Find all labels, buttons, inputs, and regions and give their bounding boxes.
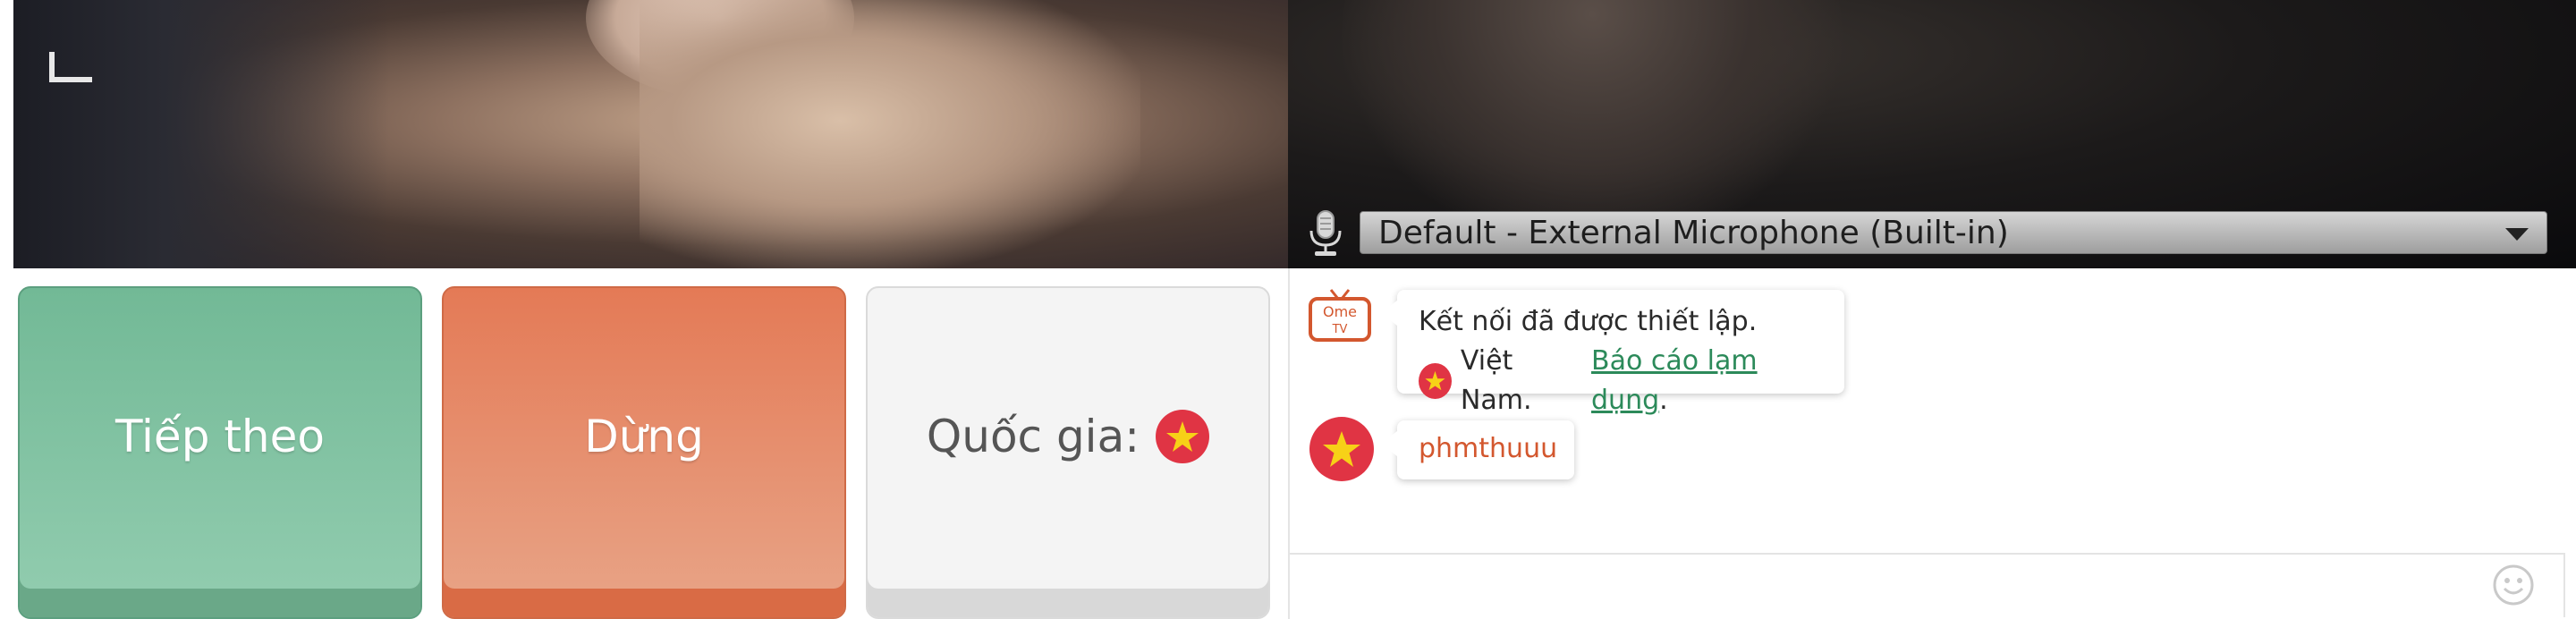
system-message-country: Việt Nam. [1460,345,1532,416]
system-message-trailing: . [1659,385,1668,416]
country-filter-label-wrap: Quốc gia: [926,410,1210,463]
country-filter-button[interactable]: Quốc gia: [866,286,1270,619]
report-abuse-link[interactable]: Báo cáo lạm dụng [1591,345,1758,416]
microphone-select-value: Default - External Microphone (Built-in) [1378,214,2009,251]
vietnam-flag-icon [1156,410,1210,463]
ometv-logo-icon: Ome TV [1308,288,1372,343]
ometv-logo-top-text: Ome [1323,303,1357,320]
stop-button[interactable]: Dừng [442,286,846,619]
next-button-label: Tiếp theo [115,411,325,462]
system-message-line2: Việt Nam. Báo cáo lạm dụng. [1419,342,1823,420]
chat-message-input[interactable] [1288,553,2565,617]
video-hand-region [640,0,1140,268]
stop-button-label: Dừng [584,411,704,462]
vietnam-flag-icon [1419,363,1452,399]
user-message-text: phmthuuu [1419,433,1558,464]
microphone-select[interactable]: Default - External Microphone (Built-in) [1360,211,2547,254]
microphone-icon [1306,209,1345,258]
user-message: phmthuuu [1381,420,1574,479]
system-message: Kết nối đã được thiết lập. Việt Nam. Báo… [1381,290,1844,416]
ometv-chat-app: Default - External Microphone (Built-in)… [0,0,2576,619]
vietnam-flag-icon [1309,417,1374,481]
system-message-line1: Kết nối đã được thiết lập. [1419,306,1758,337]
next-button[interactable]: Tiếp theo [18,286,422,619]
video-background [13,0,389,268]
ometv-logo-bottom-text: TV [1332,323,1348,336]
video-corner-mark [49,52,92,82]
country-filter-label: Quốc gia: [926,411,1140,462]
smiley-icon[interactable] [2492,564,2535,606]
dropdown-caret-icon[interactable] [2505,228,2529,241]
stranger-video [13,0,1288,268]
